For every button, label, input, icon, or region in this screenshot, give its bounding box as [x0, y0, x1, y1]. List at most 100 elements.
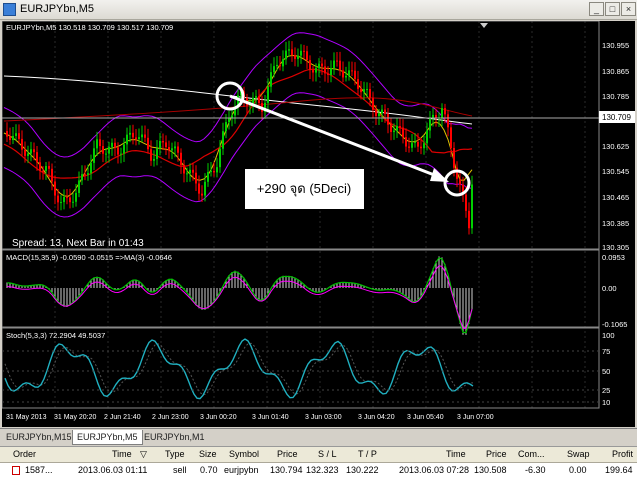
- chart-tabs: EURJPYbn,M15 EURJPYbn,M5 EURJPYbn,M1: [0, 428, 637, 446]
- order-tp: 130.222: [346, 465, 379, 475]
- candle-body: [393, 130, 395, 132]
- col-sl[interactable]: S / L: [318, 449, 337, 459]
- candle-body: [33, 149, 35, 153]
- chart-shift-marker: [480, 23, 488, 28]
- candle-body: [201, 193, 203, 196]
- col-type[interactable]: Type: [165, 449, 185, 459]
- col-time[interactable]: Time: [112, 449, 132, 459]
- price-tick-label: 130.305: [602, 243, 629, 252]
- col-profit[interactable]: Profit: [612, 449, 633, 459]
- candle-body: [204, 181, 206, 196]
- candle-body: [414, 142, 416, 144]
- col-size[interactable]: Size: [199, 449, 217, 459]
- spread-status: Spread: 13, Next Bar in 01:43: [12, 238, 144, 249]
- tab-eurjpy-m1[interactable]: EURJPYbn,M1: [140, 430, 209, 444]
- candle-body: [168, 147, 170, 151]
- candle-body: [267, 86, 269, 103]
- candle-body: [39, 162, 41, 171]
- candle-body: [255, 96, 257, 98]
- candle-body: [126, 134, 128, 145]
- price-tick-label: 130.865: [602, 67, 629, 76]
- time-tick-label: 3 Jun 01:40: [252, 414, 289, 421]
- candle-body: [42, 170, 44, 172]
- candle-body: [345, 75, 347, 78]
- candle-body: [183, 164, 185, 174]
- candle-body: [18, 133, 20, 139]
- time-tick-label: 3 Jun 00:20: [200, 414, 237, 421]
- candle-body: [333, 60, 335, 69]
- macd-tick-label: 0.0953: [602, 253, 625, 262]
- candle-body: [270, 72, 272, 87]
- tab-eurjpy-m5[interactable]: EURJPYbn,M5: [72, 430, 143, 445]
- macd-axis: 0.0953 0.00 -0.1065: [602, 253, 627, 329]
- candle-body: [276, 64, 278, 67]
- title-bar: EURJPYbn,M5 _ □ ×: [0, 0, 637, 20]
- candle-body: [54, 181, 56, 196]
- candle-body: [72, 201, 74, 203]
- candle-body: [384, 109, 386, 115]
- close-button[interactable]: ×: [621, 2, 636, 16]
- order-row[interactable]: 1587... 2013.06.03 01:11 sell 0.70 eurjp…: [0, 463, 637, 479]
- candle-body: [24, 149, 26, 156]
- candle-body: [177, 146, 179, 153]
- candle-body: [447, 114, 449, 128]
- candle-body: [21, 138, 23, 150]
- col-swap[interactable]: Swap: [567, 449, 590, 459]
- candle-body: [456, 167, 458, 179]
- candle-body: [471, 184, 473, 229]
- candle-body: [225, 122, 227, 132]
- col-close-time[interactable]: Time: [446, 449, 466, 459]
- candle-body: [429, 118, 431, 131]
- candle-body: [273, 66, 275, 73]
- order-size: 0.70: [200, 465, 218, 475]
- candle-body: [396, 125, 398, 131]
- candle-body: [135, 137, 137, 139]
- col-tp[interactable]: T / P: [358, 449, 377, 459]
- candle-body: [378, 113, 380, 117]
- candle-body: [105, 153, 107, 155]
- candle-body: [303, 50, 305, 52]
- candle-body: [420, 146, 422, 149]
- macd-label: MACD(15,35,9) -0.0590 -0.0515 =>MA(3) -0…: [6, 253, 172, 262]
- maximize-button[interactable]: □: [605, 2, 620, 16]
- candle-body: [318, 63, 320, 69]
- candle-body: [336, 60, 338, 62]
- candle-body: [444, 108, 446, 115]
- col-symbol[interactable]: Symbol: [229, 449, 259, 459]
- minimize-button[interactable]: _: [589, 2, 604, 16]
- candle-body: [132, 132, 134, 138]
- stoch-panel-frame: [1, 327, 600, 409]
- price-chart[interactable]: 130.709 +290 จุด (5Deci) EURJPYbn,M5 130…: [1, 20, 635, 427]
- price-tick-label: 130.545: [602, 167, 629, 176]
- col-price[interactable]: Price: [277, 449, 298, 459]
- candle-body: [51, 168, 53, 182]
- candle-body: [366, 89, 368, 91]
- candle-body: [171, 148, 173, 151]
- candle-body: [363, 89, 365, 93]
- order-open-time: 2013.06.03 01:11: [78, 465, 148, 475]
- candle-body: [390, 124, 392, 132]
- indicator-lines: [3, 32, 473, 218]
- candle-body: [288, 49, 290, 51]
- macd-line: [6, 257, 473, 334]
- price-tick-label: 130.625: [602, 142, 629, 151]
- col-order[interactable]: Order: [13, 449, 36, 459]
- col-close-price[interactable]: Price: [486, 449, 507, 459]
- candle-body: [57, 195, 59, 203]
- order-close-time: 2013.06.03 07:28: [399, 465, 470, 475]
- tab-eurjpy-m15[interactable]: EURJPYbn,M15: [2, 430, 76, 444]
- time-tick-label: 31 May 20:20: [54, 414, 97, 421]
- stoch-tick-label: 100: [602, 331, 615, 340]
- candle-body: [339, 60, 341, 71]
- chart-area[interactable]: 130.709 +290 จุด (5Deci) EURJPYbn,M5 130…: [1, 20, 635, 427]
- col-commission[interactable]: Com...: [518, 449, 545, 459]
- candle-body: [93, 148, 95, 163]
- candle-body: [180, 152, 182, 165]
- macd-tick-label: -0.1065: [602, 320, 627, 329]
- candle-body: [441, 108, 443, 118]
- time-axis: 31 May 2013 31 May 20:20 2 Jun 21:40 2 Jun …: [6, 414, 494, 421]
- candle-body: [195, 172, 197, 184]
- candle-body: [111, 142, 113, 147]
- candle-body: [15, 133, 17, 136]
- candle-body: [282, 59, 284, 67]
